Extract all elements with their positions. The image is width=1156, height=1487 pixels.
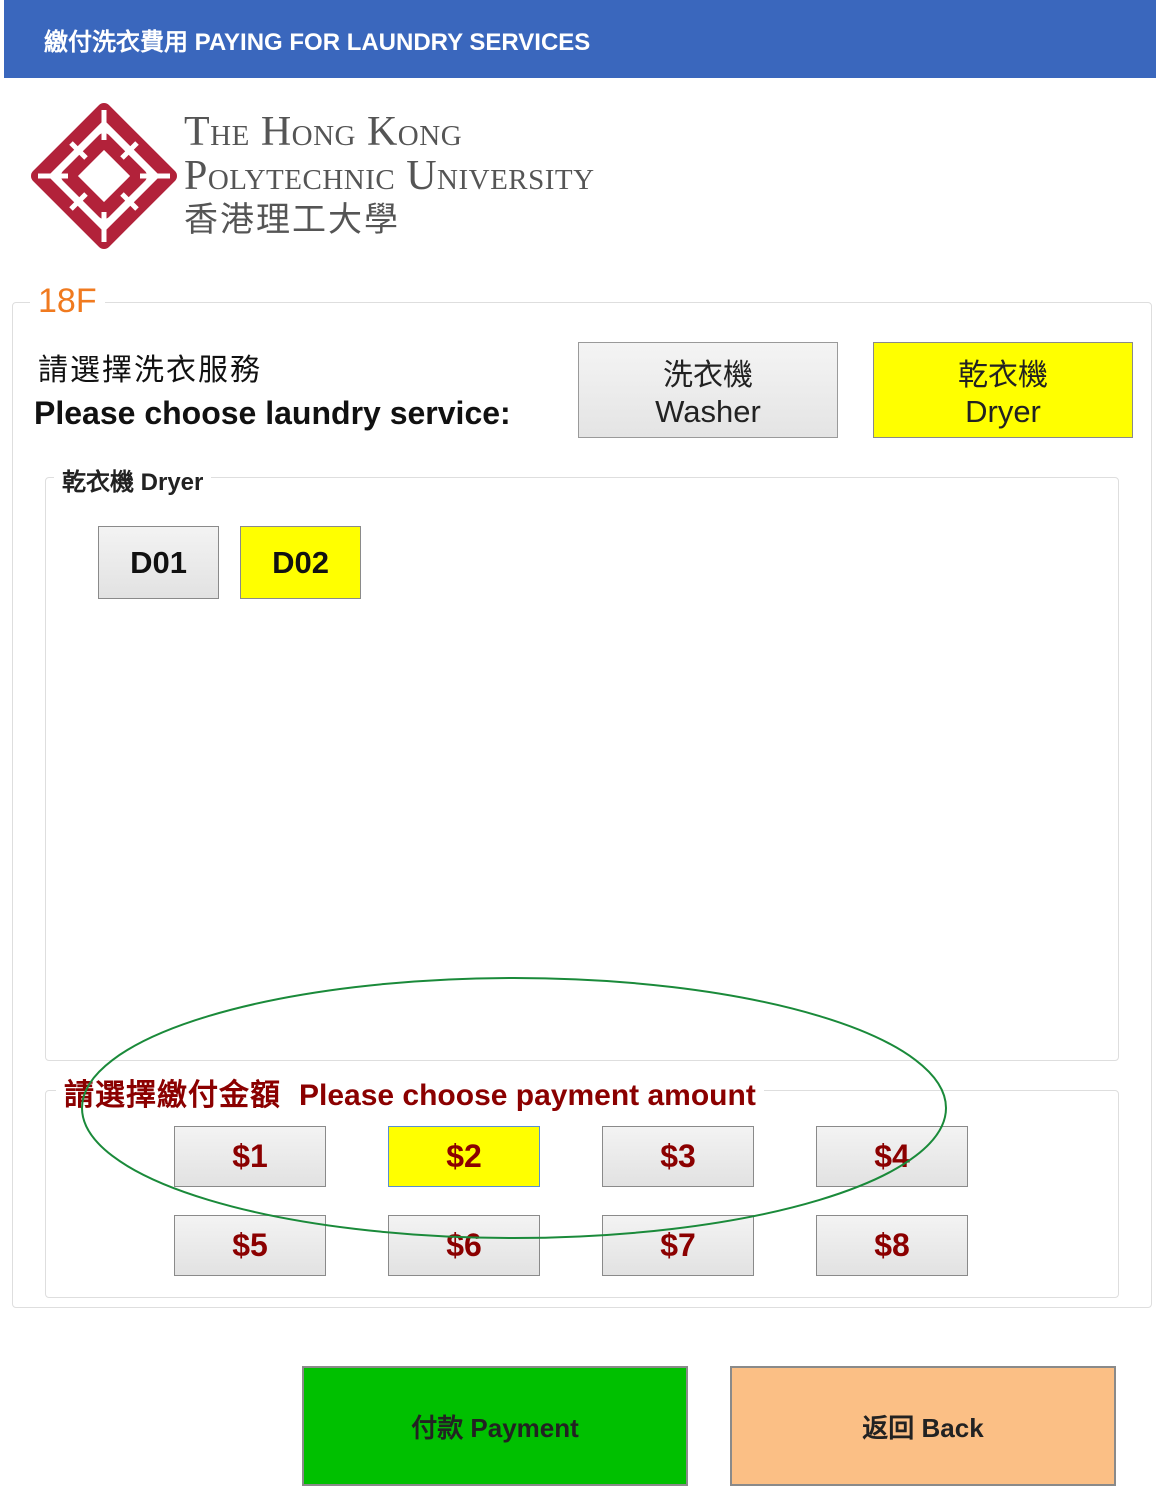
- machine-panel-label: 乾衣機 Dryer: [54, 462, 212, 497]
- amount-button-7[interactable]: $7: [602, 1215, 754, 1276]
- amount-button-5[interactable]: $5: [174, 1215, 326, 1276]
- amount-button-8[interactable]: $8: [816, 1215, 968, 1276]
- university-name-chinese: 香港理工大學: [184, 202, 400, 239]
- service-prompt-english: Please choose laundry service:: [34, 395, 511, 431]
- dryer-button-label: Dryer: [965, 394, 1041, 429]
- amount-button-6[interactable]: $6: [388, 1215, 540, 1276]
- polyu-logo-icon: [31, 103, 177, 249]
- university-logo: The Hong Kong Polytechnic University 香港理…: [0, 80, 1156, 249]
- university-name-line1: The Hong Kong: [184, 109, 463, 155]
- back-button[interactable]: 返回 Back: [730, 1366, 1116, 1486]
- washer-button[interactable]: 洗衣機 Washer: [578, 342, 838, 438]
- university-name-line2: Polytechnic University: [184, 153, 595, 199]
- floor-label: 18F: [30, 282, 105, 321]
- amount-button-3[interactable]: $3: [602, 1126, 754, 1187]
- washer-button-chinese: 洗衣機: [663, 359, 753, 392]
- amount-button-4[interactable]: $4: [816, 1126, 968, 1187]
- washer-button-label: Washer: [655, 394, 761, 429]
- university-name: The Hong Kong Polytechnic University 香港理…: [184, 110, 595, 244]
- machine-button-d02[interactable]: D02: [240, 526, 361, 599]
- page-title: 繳付洗衣費用 PAYING FOR LAUNDRY SERVICES: [44, 28, 591, 56]
- payment-label-chinese: 請選擇繳付金額: [64, 1079, 281, 1112]
- title-bar: 繳付洗衣費用 PAYING FOR LAUNDRY SERVICES: [4, 0, 1156, 78]
- amount-button-1[interactable]: $1: [174, 1126, 326, 1187]
- payment-button[interactable]: 付款 Payment: [302, 1366, 688, 1486]
- machine-button-d01[interactable]: D01: [98, 526, 219, 599]
- service-prompt: 請選擇洗衣服務 Please choose laundry service:: [34, 345, 511, 432]
- payment-panel-label: 請選擇繳付金額 Please choose payment amount: [56, 1070, 764, 1114]
- payment-label-english: Please choose payment amount: [299, 1079, 756, 1112]
- dryer-button[interactable]: 乾衣機 Dryer: [873, 342, 1133, 438]
- amount-button-2[interactable]: $2: [388, 1126, 540, 1187]
- service-prompt-chinese: 請選擇洗衣服務: [38, 354, 262, 387]
- dryer-button-chinese: 乾衣機: [958, 359, 1048, 392]
